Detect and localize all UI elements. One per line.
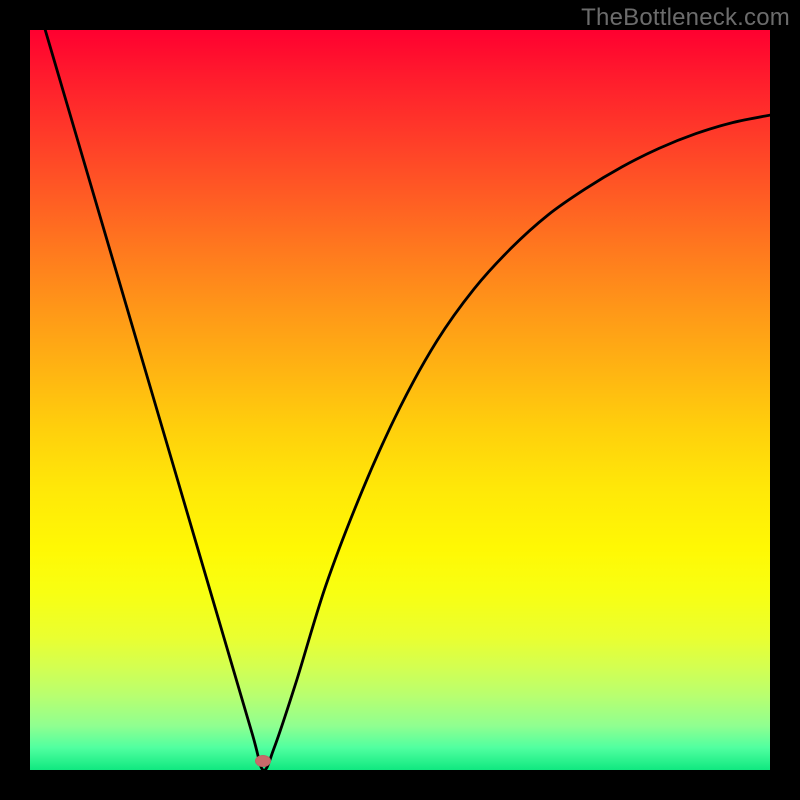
chart-frame: TheBottleneck.com — [0, 0, 800, 800]
curve-svg — [30, 30, 770, 770]
plot-area — [30, 30, 770, 770]
watermark-text: TheBottleneck.com — [581, 4, 790, 32]
curve-path — [30, 30, 770, 770]
min-marker — [255, 755, 271, 767]
